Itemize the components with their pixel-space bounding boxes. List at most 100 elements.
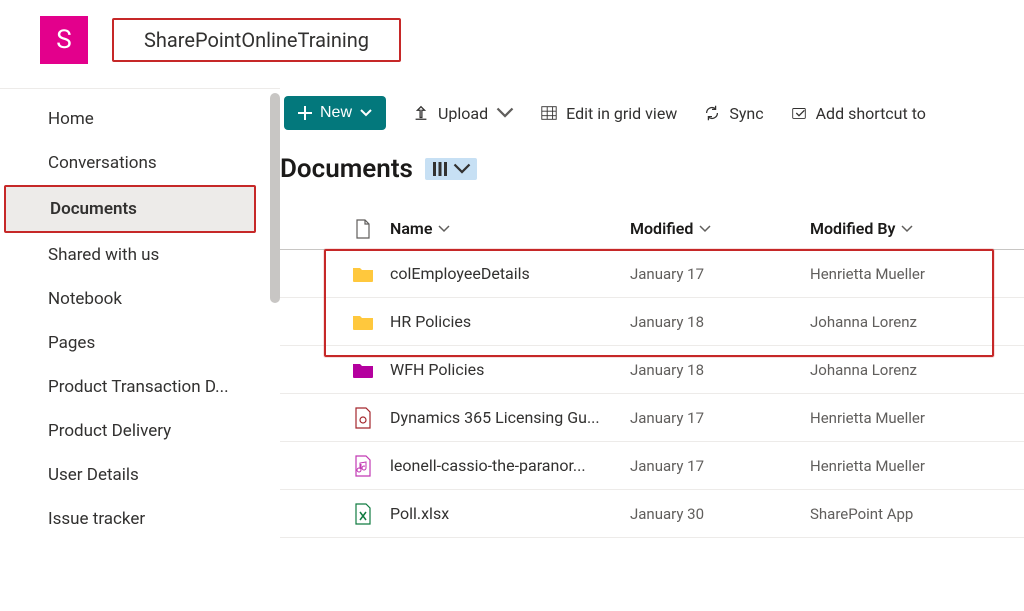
upload-label: Upload — [438, 104, 488, 123]
sidebar-item-product-transaction[interactable]: Product Transaction D... — [4, 365, 264, 409]
site-logo-letter: S — [56, 25, 71, 55]
item-icon-cell — [340, 407, 386, 429]
chevron-down-icon — [699, 223, 711, 235]
left-nav: Home Conversations Documents Shared with… — [0, 88, 280, 609]
sidebar-item-product-delivery[interactable]: Product Delivery — [4, 409, 264, 453]
sidebar-item-pages[interactable]: Pages — [4, 321, 264, 365]
sidebar-item-shared[interactable]: Shared with us — [4, 233, 264, 277]
nav-label: User Details — [48, 465, 139, 485]
chevron-down-icon — [438, 223, 450, 235]
edit-grid-label: Edit in grid view — [566, 104, 677, 123]
add-shortcut-label: Add shortcut to — [816, 104, 926, 123]
library-title: Documents — [280, 154, 413, 184]
site-title-highlight: SharePointOnlineTraining — [112, 18, 401, 62]
pdf-file-icon — [354, 407, 372, 429]
item-icon-cell — [340, 455, 386, 477]
add-shortcut-button[interactable]: Add shortcut to — [790, 104, 926, 123]
sidebar-item-documents-highlight: Documents — [4, 185, 256, 233]
table-row[interactable]: colEmployeeDetails January 17 Henrietta … — [280, 250, 1024, 298]
item-name[interactable]: WFH Policies — [386, 360, 626, 379]
item-modifiedby: Henrietta Mueller — [806, 265, 986, 283]
sidebar-item-conversations[interactable]: Conversations — [4, 141, 264, 185]
nav-label: Issue tracker — [48, 509, 145, 529]
nav-list: Home Conversations Documents Shared with… — [0, 89, 280, 549]
col-modified-header[interactable]: Modified — [626, 219, 806, 238]
item-modified: January 18 — [626, 361, 806, 379]
item-name[interactable]: leonell-cassio-the-paranor... — [386, 456, 626, 475]
table-row[interactable]: leonell-cassio-the-paranor... January 17… — [280, 442, 1024, 490]
table-row[interactable]: Dynamics 365 Licensing Gu... January 17 … — [280, 394, 1024, 442]
new-label: New — [320, 104, 352, 122]
col-file-type[interactable] — [340, 219, 386, 239]
chevron-down-icon — [496, 104, 514, 122]
chevron-down-icon — [901, 223, 913, 235]
nav-label: Home — [48, 109, 94, 129]
item-icon-cell — [340, 361, 386, 379]
item-modifiedby: Johanna Lorenz — [806, 361, 986, 379]
scrollbar-thumb[interactable] — [270, 93, 280, 303]
file-list: Name Modified Modified By colEmplo — [280, 208, 1024, 538]
col-name-label: Name — [390, 219, 432, 238]
item-icon-cell — [340, 503, 386, 525]
chevron-down-icon — [453, 160, 471, 178]
item-name[interactable]: colEmployeeDetails — [386, 264, 626, 283]
nav-label: Pages — [48, 333, 95, 353]
site-title[interactable]: SharePointOnlineTraining — [144, 28, 369, 52]
item-modified: January 18 — [626, 313, 806, 331]
table-row[interactable]: WFH Policies January 18 Johanna Lorenz — [280, 346, 1024, 394]
plus-icon — [298, 106, 312, 120]
upload-button[interactable]: Upload — [412, 104, 514, 123]
upload-icon — [412, 104, 430, 122]
chevron-down-icon — [360, 107, 372, 119]
file-icon — [355, 219, 371, 239]
excel-file-icon — [354, 503, 372, 525]
item-icon-cell — [340, 313, 386, 331]
sync-label: Sync — [729, 104, 763, 123]
nav-label: Documents — [50, 199, 137, 219]
audio-file-icon — [354, 455, 372, 477]
table-row[interactable]: HR Policies January 18 Johanna Lorenz — [280, 298, 1024, 346]
shortcut-icon — [790, 104, 808, 122]
item-icon-cell — [340, 265, 386, 283]
folder-icon — [352, 313, 374, 331]
sidebar-item-notebook[interactable]: Notebook — [4, 277, 264, 321]
item-name[interactable]: Dynamics 365 Licensing Gu... — [386, 408, 626, 427]
item-modified: January 17 — [626, 265, 806, 283]
library-header: Documents — [280, 150, 1024, 192]
item-modifiedby: Henrietta Mueller — [806, 457, 986, 475]
nav-label: Conversations — [48, 153, 157, 173]
new-button[interactable]: New — [284, 96, 386, 130]
nav-label: Product Transaction D... — [48, 377, 229, 397]
folder-icon — [352, 265, 374, 283]
item-modifiedby: Johanna Lorenz — [806, 313, 986, 331]
item-modified: January 17 — [626, 457, 806, 475]
sync-icon — [703, 104, 721, 122]
sidebar-item-user-details[interactable]: User Details — [4, 453, 264, 497]
item-name[interactable]: Poll.xlsx — [386, 504, 626, 523]
main-content: New Upload Edit in grid view Sync Add sh… — [280, 88, 1024, 609]
edit-grid-button[interactable]: Edit in grid view — [540, 104, 677, 123]
view-switcher[interactable] — [425, 158, 477, 180]
item-modifiedby: SharePoint App — [806, 505, 986, 523]
tiles-view-icon — [431, 160, 449, 178]
item-modifiedby: Henrietta Mueller — [806, 409, 986, 427]
site-header: S SharePointOnlineTraining — [0, 0, 1024, 88]
col-modified-label: Modified — [630, 219, 693, 238]
col-modifiedby-header[interactable]: Modified By — [806, 219, 986, 238]
sidebar-item-issue-tracker[interactable]: Issue tracker — [4, 497, 264, 541]
folder-icon — [352, 361, 374, 379]
sidebar-item-documents[interactable]: Documents — [6, 187, 254, 231]
item-modified: January 17 — [626, 409, 806, 427]
command-bar: New Upload Edit in grid view Sync Add sh… — [280, 92, 1024, 150]
site-logo-tile[interactable]: S — [40, 16, 88, 64]
col-name-header[interactable]: Name — [386, 219, 626, 238]
table-header-row: Name Modified Modified By — [280, 208, 1024, 250]
item-modified: January 30 — [626, 505, 806, 523]
sync-button[interactable]: Sync — [703, 104, 763, 123]
nav-label: Shared with us — [48, 245, 159, 265]
sidebar-item-home[interactable]: Home — [4, 97, 264, 141]
table-row[interactable]: Poll.xlsx January 30 SharePoint App — [280, 490, 1024, 538]
item-name[interactable]: HR Policies — [386, 312, 626, 331]
content-layout: Home Conversations Documents Shared with… — [0, 88, 1024, 609]
grid-icon — [540, 104, 558, 122]
